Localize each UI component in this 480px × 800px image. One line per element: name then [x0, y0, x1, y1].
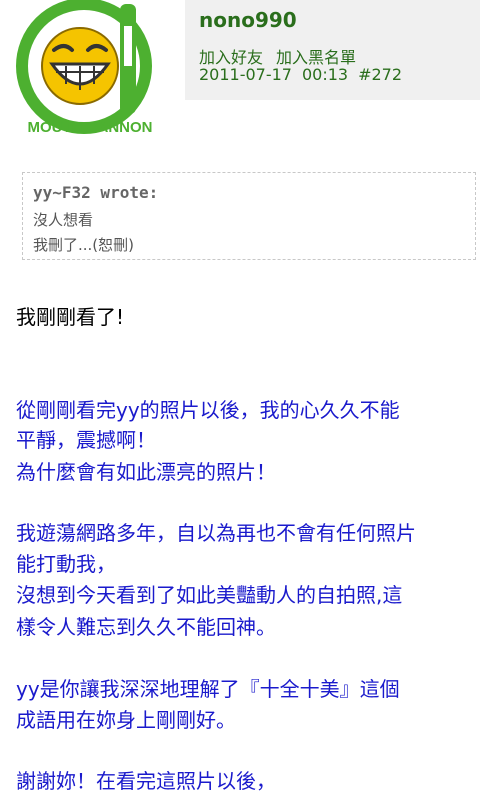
- avatar-numeral-slot: [124, 26, 132, 66]
- post-line: 樣令人難忘到久久不能回神。: [16, 615, 276, 639]
- post-line: 沒想到今天看到了如此美豔動人的自拍照,這: [16, 583, 403, 607]
- post-line: 為什麼會有如此漂亮的照片！: [16, 460, 276, 484]
- post-header: MOUTH CANNON nono990 加入好友 加入黑名單 2011-07-…: [0, 0, 480, 160]
- mouth-cannon-avatar[interactable]: MOUTH CANNON: [10, 0, 184, 152]
- post-line: 我遊蕩網路多年，自以為再也不會有任何照片: [16, 521, 416, 545]
- quote-line: 我刪了...(恕刪): [33, 236, 135, 254]
- post-line: 從剛剛看完yy的照片以後，我的心久久不能: [16, 398, 400, 422]
- post-line: 謝謝妳！在看完這照片以後，: [16, 769, 276, 793]
- quote-block: yy~F32 wrote: 沒人想看 我刪了...(恕刪): [22, 172, 476, 260]
- avatar-caption: MOUTH CANNON: [28, 119, 153, 136]
- quote-author: yy~F32 wrote:: [33, 183, 159, 202]
- post-intro: 我剛剛看了!: [16, 305, 125, 329]
- post-line: 成語用在妳身上剛剛好。: [16, 708, 236, 732]
- post-number: #272: [358, 65, 403, 84]
- smiley-icon: [41, 27, 119, 105]
- username[interactable]: nono990: [199, 8, 297, 32]
- post-meta: 2011-07-17 00:13 #272: [199, 65, 412, 84]
- quote-line: 沒人想看: [33, 211, 94, 229]
- post-time: 00:13: [301, 65, 349, 84]
- post-line: 平靜，震撼啊！: [16, 428, 156, 452]
- post-line: yy是你讓我深深地理解了『十全十美』這個: [16, 677, 400, 701]
- post-line: 能打動我，: [16, 552, 116, 576]
- post-date: 2011-07-17: [199, 65, 292, 84]
